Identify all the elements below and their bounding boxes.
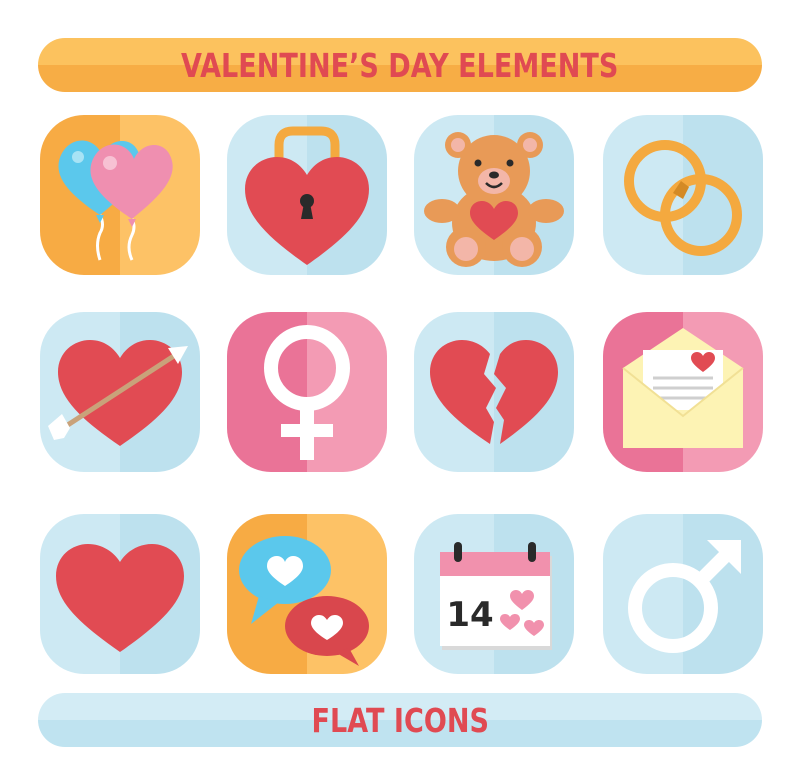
wedding-rings-icon xyxy=(624,140,742,256)
love-chat-bubbles-icon xyxy=(239,536,369,666)
love-letter-icon xyxy=(622,328,744,448)
tile-padlock xyxy=(227,115,387,275)
tile-calendar: 14 xyxy=(414,514,574,674)
heart-arrow-icon xyxy=(48,340,188,446)
page-title: VALENTINE’S DAY ELEMENTS xyxy=(181,45,619,85)
tile-letter xyxy=(603,312,763,472)
calendar-icon: 14 xyxy=(440,542,552,650)
calendar-day: 14 xyxy=(446,595,493,635)
female-symbol-icon xyxy=(264,325,350,460)
tile-teddy xyxy=(414,115,574,275)
heart-padlock-icon xyxy=(245,126,369,265)
tile-male xyxy=(603,514,763,674)
title-banner: VALENTINE’S DAY ELEMENTS xyxy=(38,38,762,92)
tile-rings xyxy=(603,115,763,275)
footer-banner: FLAT ICONS xyxy=(38,693,762,747)
teddy-bear-icon xyxy=(424,132,564,267)
footer-title: FLAT ICONS xyxy=(311,700,489,740)
male-symbol-icon xyxy=(628,540,741,653)
tile-female xyxy=(227,312,387,472)
tile-broken-heart xyxy=(414,312,574,472)
tile-chat xyxy=(227,514,387,674)
heart-icon xyxy=(56,544,184,652)
balloons-icon xyxy=(58,140,173,261)
tile-balloons xyxy=(40,115,200,275)
tile-heart xyxy=(40,514,200,674)
broken-heart-icon xyxy=(430,340,558,444)
tile-heart-arrow xyxy=(40,312,200,472)
